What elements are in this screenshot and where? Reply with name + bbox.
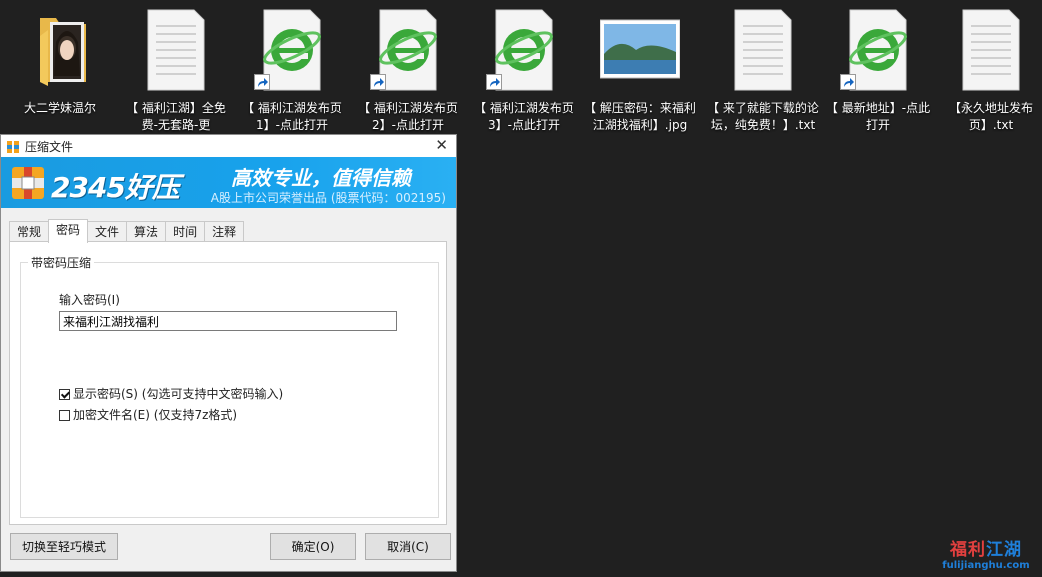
desktop-icon-label: 【 福利江湖发布页3】-点此打开: [474, 101, 574, 132]
desktop-icon-label: 【永久地址发布页】.txt: [948, 101, 1033, 132]
desktop-icon-label: 【 福利江湖】全免费-无套路-更: [126, 101, 226, 132]
ok-button[interactable]: 确定(O): [270, 533, 356, 560]
watermark-blue: 江湖: [986, 540, 1022, 560]
desktop-icon-txt[interactable]: 【 福利江湖】全免费-无套路-更: [120, 6, 232, 134]
watermark-logo: 福利江湖 fulijianghu.com: [940, 535, 1032, 571]
browser-e-icon: [368, 6, 448, 92]
desktop-icon-folder[interactable]: 大二学妹温尔: [4, 6, 116, 117]
tab-strip: 常规 密码 文件 算法 时间 注释: [9, 219, 245, 243]
password-input[interactable]: [59, 311, 397, 331]
desktop-icon-label: 【 来了就能下载的论坛，纯免费！】.txt: [707, 101, 819, 132]
desktop-icon-shortcut[interactable]: 【 福利江湖发布页3】-点此打开: [468, 6, 580, 134]
desktop-icon-label: 【 福利江湖发布页2】-点此打开: [358, 101, 458, 132]
close-icon[interactable]: ✕: [435, 136, 448, 154]
compress-dialog: 压缩文件 ✕ 2345好压 高效专业，值得信赖 A股上市公司荣誉出品 (股票代码…: [0, 134, 457, 572]
archive-logo-icon: [12, 167, 44, 199]
desktop-icon-shortcut[interactable]: 【 福利江湖发布页1】-点此打开: [236, 6, 348, 134]
text-file-icon: [723, 6, 803, 92]
desktop-icon-shortcut[interactable]: 【 福利江湖发布页2】-点此打开: [352, 6, 464, 134]
tab-time[interactable]: 时间: [165, 221, 206, 242]
simple-mode-button[interactable]: 切换至轻巧模式: [10, 533, 118, 560]
desktop-icon-label: 【 解压密码：来福利江湖找福利】.jpg: [584, 101, 696, 132]
desktop-icon-shortcut[interactable]: 【 最新地址】-点此打开: [822, 6, 934, 134]
desktop-icon-txt[interactable]: 【 来了就能下载的论坛，纯免费！】.txt: [707, 6, 819, 134]
archive-app-icon: [6, 139, 20, 153]
watermark-url: fulijianghu.com: [942, 560, 1030, 571]
desktop-icon-label: 【 福利江湖发布页1】-点此打开: [242, 101, 342, 132]
shortcut-arrow-icon: [254, 74, 270, 90]
encrypt-names-checkbox[interactable]: [59, 410, 70, 421]
brand-slogan: 高效专业，值得信赖: [231, 166, 411, 190]
encrypt-names-label: 加密文件名(E) (仅支持7z格式): [73, 408, 238, 422]
encrypt-names-checkbox-row[interactable]: 加密文件名(E) (仅支持7z格式): [59, 406, 237, 423]
tab-general[interactable]: 常规: [9, 221, 50, 242]
browser-e-icon: [252, 6, 332, 92]
brand-banner: 2345好压 高效专业，值得信赖 A股上市公司荣誉出品 (股票代码：002195…: [1, 157, 456, 208]
watermark-text: 福利江湖: [940, 535, 1032, 560]
tab-password[interactable]: 密码: [48, 219, 89, 243]
watermark-red: 福利: [950, 540, 986, 560]
image-file-icon: [599, 6, 681, 92]
cancel-button[interactable]: 取消(C): [365, 533, 451, 560]
folder-icon: [20, 6, 100, 92]
text-file-icon: [951, 6, 1031, 92]
desktop-icon-image[interactable]: 【 解压密码：来福利江湖找福利】.jpg: [584, 6, 696, 134]
shortcut-arrow-icon: [486, 74, 502, 90]
shortcut-arrow-icon: [370, 74, 386, 90]
brand-subtitle: A股上市公司荣誉出品 (股票代码：002195): [210, 191, 446, 205]
desktop-icon-label: 大二学妹温尔: [23, 101, 96, 115]
dialog-title: 压缩文件: [25, 140, 74, 154]
group-title: 带密码压缩: [28, 254, 95, 271]
password-group: 带密码压缩 输入密码(I) 显示密码(S) (勾选可支持中文密码输入) 加密文件…: [20, 254, 439, 518]
password-tab-panel: 带密码压缩 输入密码(I) 显示密码(S) (勾选可支持中文密码输入) 加密文件…: [9, 241, 447, 525]
desktop-icon-label: 【 最新地址】-点此打开: [825, 101, 931, 132]
password-label: 输入密码(I): [59, 293, 120, 307]
tab-comment[interactable]: 注释: [204, 221, 245, 242]
show-password-checkbox-row[interactable]: 显示密码(S) (勾选可支持中文密码输入): [59, 385, 283, 402]
text-file-icon: [136, 6, 216, 92]
tab-algorithm[interactable]: 算法: [126, 221, 167, 242]
show-password-label: 显示密码(S) (勾选可支持中文密码输入): [73, 387, 284, 401]
dialog-titlebar[interactable]: 压缩文件 ✕: [1, 135, 456, 157]
browser-e-icon: [484, 6, 564, 92]
tab-files[interactable]: 文件: [87, 221, 128, 242]
desktop-icon-txt[interactable]: 【永久地址发布页】.txt: [938, 6, 1042, 134]
shortcut-arrow-icon: [840, 74, 856, 90]
show-password-checkbox[interactable]: [59, 389, 70, 400]
brand-name: 2345好压: [51, 171, 180, 204]
browser-e-icon: [838, 6, 918, 92]
